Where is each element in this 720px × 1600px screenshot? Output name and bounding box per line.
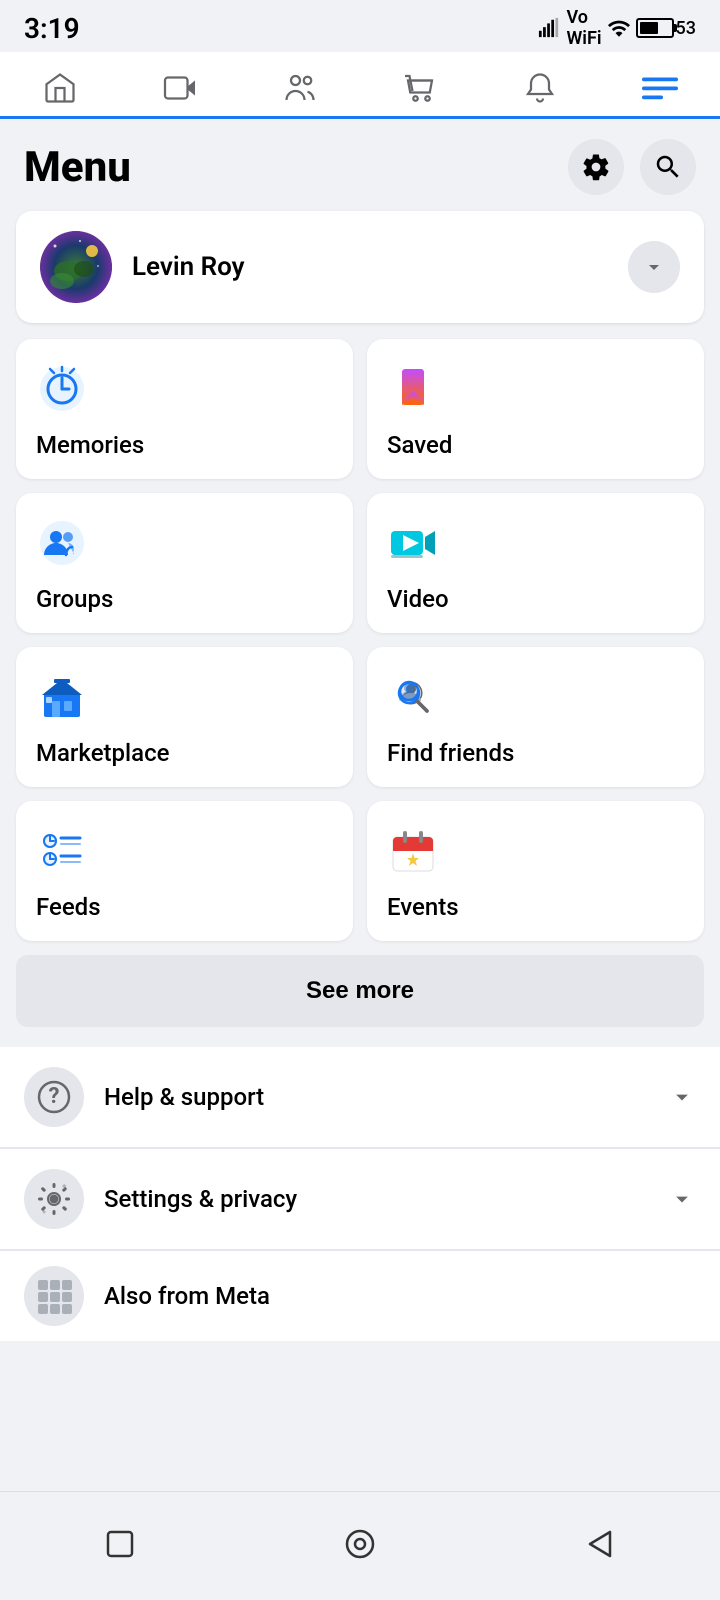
signal-icon	[538, 17, 560, 39]
events-label: Events	[387, 893, 684, 921]
memories-icon	[36, 363, 88, 415]
events-icon	[387, 825, 439, 877]
nav-home[interactable]	[26, 62, 94, 116]
status-bar: 3:19 VoWiFi 53	[0, 0, 720, 52]
home-button[interactable]	[324, 1508, 396, 1580]
header-actions	[568, 139, 696, 195]
video-icon	[387, 517, 439, 569]
menu-item-events[interactable]: Events	[367, 801, 704, 941]
menu-item-marketplace[interactable]: Marketplace	[16, 647, 353, 787]
bottom-nav	[0, 1491, 720, 1600]
settings-privacy-label: Settings & privacy	[104, 1185, 668, 1213]
video-label: Video	[387, 585, 684, 613]
help-chevron-icon	[668, 1083, 696, 1111]
saved-label: Saved	[387, 431, 684, 459]
status-time: 3:19	[24, 12, 80, 45]
nav-friends[interactable]	[266, 62, 334, 116]
settings-section: Settings & privacy	[0, 1149, 720, 1250]
find-friends-icon	[387, 671, 439, 723]
menu-item-groups[interactable]: Groups	[16, 493, 353, 633]
menu-item-video[interactable]: Video	[367, 493, 704, 633]
marketplace-icon	[36, 671, 88, 723]
battery-percent: 53	[676, 18, 696, 39]
help-support-label: Help & support	[104, 1083, 668, 1111]
saved-icon	[387, 363, 439, 415]
help-section: ? Help & support	[0, 1047, 720, 1148]
profile-expand-button[interactable]	[628, 241, 680, 293]
groups-label: Groups	[36, 585, 333, 613]
page-header: Menu	[0, 119, 720, 211]
back-button[interactable]	[564, 1508, 636, 1580]
status-icons: VoWiFi 53	[538, 7, 696, 49]
settings-button[interactable]	[568, 139, 624, 195]
page-title: Menu	[24, 143, 131, 192]
groups-icon	[36, 517, 88, 569]
battery-indicator: 53	[636, 18, 696, 39]
avatar	[40, 231, 112, 303]
also-from-meta-label: Also from Meta	[104, 1282, 696, 1310]
nav-marketplace[interactable]	[386, 62, 454, 116]
meta-icon	[24, 1266, 84, 1326]
find-friends-label: Find friends	[387, 739, 684, 767]
settings-icon	[24, 1169, 84, 1229]
wifi-icon	[608, 17, 630, 39]
menu-item-feeds[interactable]: Feeds	[16, 801, 353, 941]
help-support-item[interactable]: ? Help & support	[0, 1047, 720, 1148]
nav-video[interactable]	[146, 62, 214, 116]
profile-card[interactable]: Levin Roy	[16, 211, 704, 323]
recent-apps-button[interactable]	[84, 1508, 156, 1580]
profile-left: Levin Roy	[40, 231, 245, 303]
feeds-label: Feeds	[36, 893, 333, 921]
menu-item-saved[interactable]: Saved	[367, 339, 704, 479]
also-from-meta[interactable]: Also from Meta	[0, 1251, 720, 1341]
feeds-icon	[36, 825, 88, 877]
menu-item-memories[interactable]: Memories	[16, 339, 353, 479]
marketplace-label: Marketplace	[36, 739, 333, 767]
see-more-button[interactable]: See more	[16, 955, 704, 1027]
menu-item-find-friends[interactable]: Find friends	[367, 647, 704, 787]
grid-menu: Memories Saved	[16, 339, 704, 941]
settings-privacy-item[interactable]: Settings & privacy	[0, 1149, 720, 1250]
nav-bar	[0, 52, 720, 119]
nav-menu[interactable]	[626, 62, 694, 116]
vowifi-label: VoWiFi	[566, 7, 601, 49]
search-button[interactable]	[640, 139, 696, 195]
profile-name: Levin Roy	[132, 252, 245, 282]
nav-notifications[interactable]	[506, 62, 574, 116]
memories-label: Memories	[36, 431, 333, 459]
svg-text:?: ?	[49, 1084, 60, 1109]
settings-chevron-icon	[668, 1185, 696, 1213]
help-icon: ?	[24, 1067, 84, 1127]
